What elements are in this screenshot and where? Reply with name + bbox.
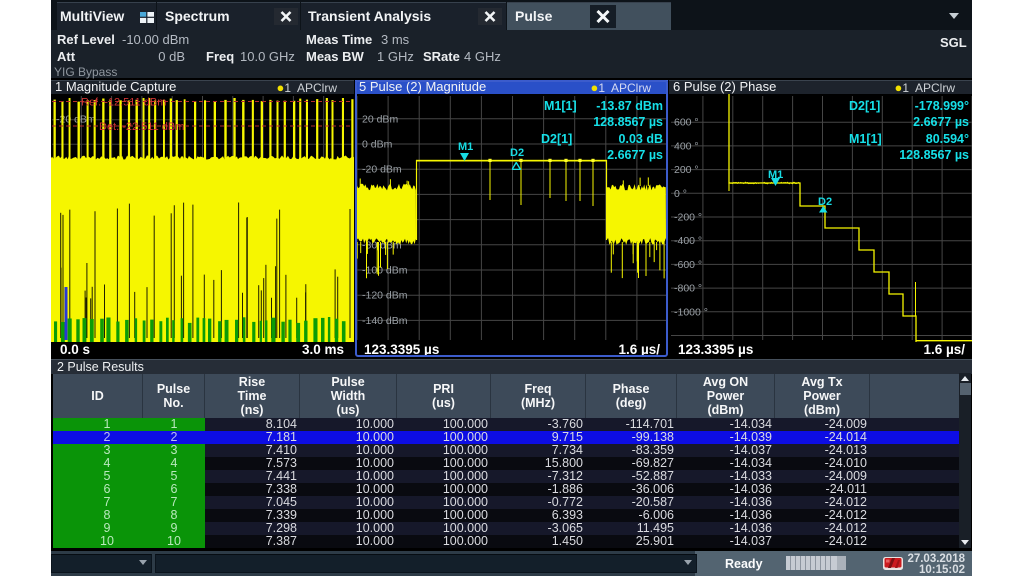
svg-text:Det. -22.511 dBm: Det. -22.511 dBm: [99, 121, 184, 133]
svg-text:0 dBm: 0 dBm: [362, 139, 393, 151]
svg-text:-1000 °: -1000 °: [674, 306, 708, 318]
svg-text:600 °: 600 °: [674, 117, 699, 129]
svg-text:-120 dBm: -120 dBm: [362, 290, 408, 302]
svg-text:-400 °: -400 °: [674, 235, 702, 247]
svg-text:0 °: 0 °: [674, 188, 687, 200]
svg-text:-100 dBm: -100 dBm: [362, 265, 408, 277]
svg-text:-800 °: -800 °: [674, 283, 702, 295]
svg-text:-20 dBm: -20 dBm: [362, 164, 402, 176]
svg-text:200 °: 200 °: [674, 164, 699, 176]
svg-text:20 dBm: 20 dBm: [362, 113, 398, 125]
svg-text:400 °: 400 °: [674, 140, 699, 152]
svg-text:-600 °: -600 °: [674, 259, 702, 271]
svg-text:-200 °: -200 °: [674, 212, 702, 224]
svg-text:-140 dBm: -140 dBm: [362, 315, 408, 327]
svg-text:Ref. -12.511 dBm: Ref. -12.511 dBm: [81, 97, 166, 109]
